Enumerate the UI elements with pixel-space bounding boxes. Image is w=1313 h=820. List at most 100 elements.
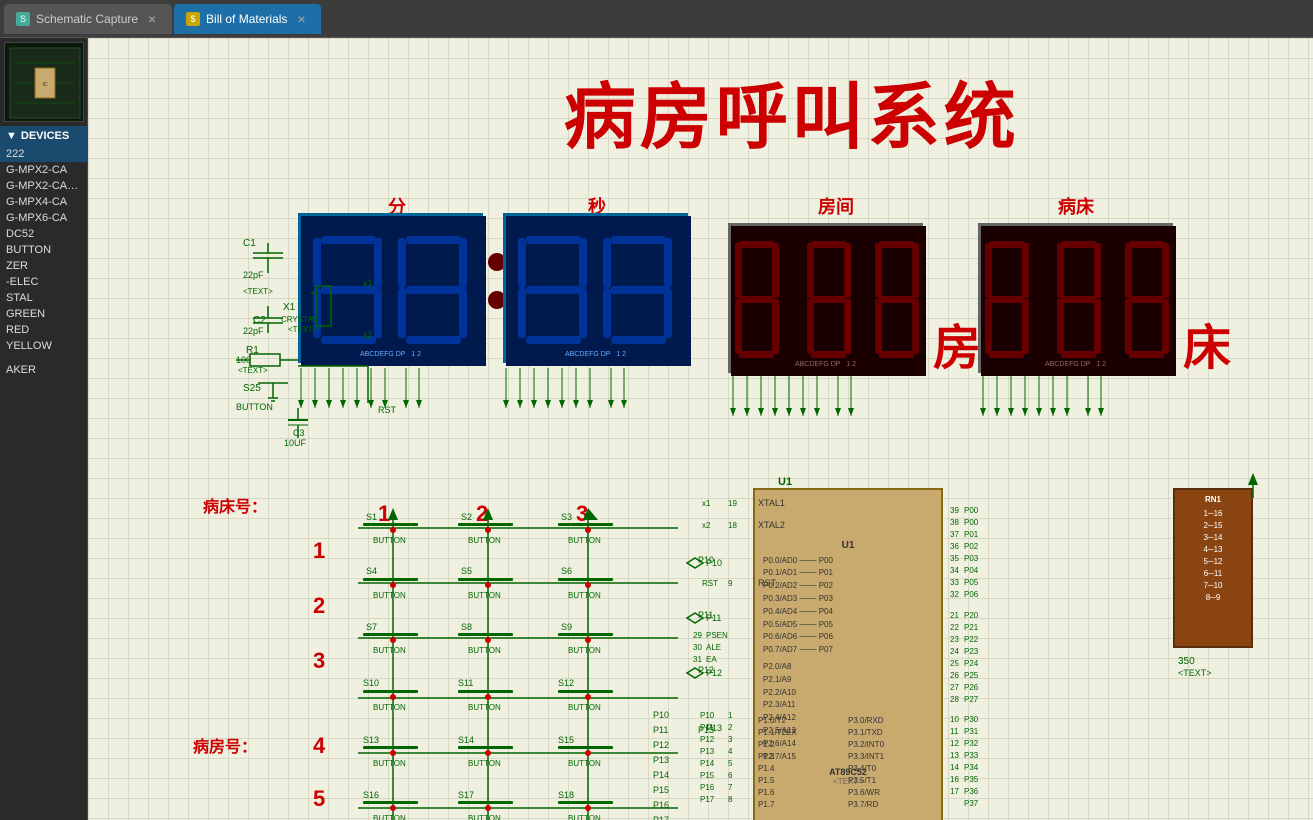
svg-text:BUTTON: BUTTON (468, 814, 501, 820)
sidebar-item-red[interactable]: RED (0, 322, 87, 338)
svg-text:P12: P12 (653, 740, 669, 750)
svg-text:BUTTON: BUTTON (373, 814, 406, 820)
svg-text:BUTTON: BUTTON (568, 814, 601, 820)
svg-text:P24: P24 (964, 659, 979, 668)
svg-text:P30: P30 (964, 715, 979, 724)
svg-text:12: 12 (950, 739, 959, 748)
svg-text:P37: P37 (964, 799, 979, 808)
svg-text:24: 24 (950, 647, 959, 656)
sidebar-item-stal[interactable]: STAL (0, 290, 87, 306)
svg-text:22: 22 (950, 623, 959, 632)
sidebar-item-mpx2ca[interactable]: G-MPX2-CA (0, 162, 87, 178)
tab-bar: S Schematic Capture × $ Bill of Material… (0, 0, 1313, 38)
svg-text:IC: IC (43, 82, 48, 88)
svg-text:P34: P34 (964, 763, 979, 772)
svg-text:P10: P10 (700, 711, 715, 720)
svg-text:P10: P10 (698, 555, 714, 565)
svg-text:2: 2 (728, 723, 733, 732)
schematic-thumbnail[interactable]: IC (4, 42, 84, 122)
row-1: 1 (313, 538, 325, 564)
sidebar-header-label: DEVICES (21, 130, 69, 142)
tab-schematic-close[interactable]: × (144, 11, 160, 27)
svg-text:P03: P03 (964, 554, 979, 563)
sidebar-item-green[interactable]: GREEN (0, 306, 87, 322)
svg-text:P12: P12 (698, 665, 714, 675)
svg-text:22pF: 22pF (243, 270, 264, 280)
svg-text:BUTTON: BUTTON (373, 646, 406, 655)
svg-text:3: 3 (728, 735, 733, 744)
sidebar-item-dc52[interactable]: DC52 (0, 226, 87, 242)
sidebar-item-zer[interactable]: ZER (0, 258, 87, 274)
svg-text:BUTTON: BUTTON (236, 402, 273, 412)
svg-text:RST: RST (378, 405, 397, 415)
svg-text:P00: P00 (964, 518, 979, 527)
c1-label: C1 (243, 238, 256, 249)
tab-schematic[interactable]: S Schematic Capture × (4, 4, 172, 34)
svg-text:S25: S25 (243, 383, 261, 394)
sidebar-item-mpx6ca[interactable]: G-MPX6-CA (0, 210, 87, 226)
svg-text:S14: S14 (458, 735, 474, 745)
sidebar-item-mpx2cabl[interactable]: G-MPX2-CA-BL (0, 178, 87, 194)
sidebar: IC ▼ DEVICES 222 G-MPX2-CA G-MPX2-CA-BL … (0, 38, 88, 820)
svg-text:S12: S12 (558, 678, 574, 688)
svg-text:P22: P22 (964, 635, 979, 644)
svg-text:BUTTON: BUTTON (373, 536, 406, 545)
svg-text:S4: S4 (366, 566, 377, 576)
svg-text:26: 26 (950, 671, 959, 680)
title-chinese: 病房呼叫系统 (564, 58, 1020, 163)
svg-text:11: 11 (950, 727, 959, 736)
rn1-chip: RN1 1─16 2─15 3─14 4─13 5─12 6─11 7─10 8… (1173, 488, 1253, 648)
display-bed: ABCDEFG DP 1 2 (978, 223, 1173, 373)
svg-text:P12: P12 (706, 668, 722, 678)
svg-text:S2: S2 (461, 512, 472, 522)
sidebar-item-aker[interactable]: AKER (0, 362, 87, 378)
svg-text:x2: x2 (702, 521, 711, 530)
svg-text:P10: P10 (653, 710, 669, 720)
svg-text:BUTTON: BUTTON (568, 591, 601, 600)
svg-text:P04: P04 (964, 566, 979, 575)
sidebar-item-button[interactable]: BUTTON (0, 242, 87, 258)
svg-text:P13: P13 (700, 747, 715, 756)
svg-text:P13: P13 (706, 723, 722, 733)
svg-text:16: 16 (950, 775, 959, 784)
display-sec: ABCDEFG DP 1 2 (503, 213, 688, 363)
svg-text:P16: P16 (700, 783, 715, 792)
svg-text:7: 7 (728, 783, 733, 792)
svg-text:8: 8 (728, 795, 733, 804)
svg-text:17: 17 (950, 787, 959, 796)
display-min: ABCDEFG DP 1 2 (298, 213, 483, 363)
svg-text:P15: P15 (700, 771, 715, 780)
col-2: 2 (476, 501, 488, 527)
sidebar-item-yellow[interactable]: YELLOW (0, 338, 87, 354)
svg-text:S7: S7 (366, 622, 377, 632)
sidebar-item-elec[interactable]: -ELEC (0, 274, 87, 290)
svg-text:P14: P14 (653, 770, 669, 780)
svg-text:P11: P11 (653, 725, 668, 735)
svg-text:33: 33 (950, 578, 959, 587)
svg-text:32: 32 (950, 590, 959, 599)
sidebar-header: ▼ DEVICES (0, 126, 87, 146)
svg-text:BUTTON: BUTTON (468, 591, 501, 600)
tab-bom-close[interactable]: × (293, 11, 309, 27)
svg-text:P05: P05 (964, 578, 979, 587)
svg-text:1: 1 (728, 711, 733, 720)
svg-text:5: 5 (728, 759, 733, 768)
svg-text:P13: P13 (653, 755, 669, 765)
svg-text:S6: S6 (561, 566, 572, 576)
svg-text:21: 21 (950, 611, 959, 620)
svg-text:P17: P17 (653, 815, 669, 820)
sidebar-item-222[interactable]: 222 (0, 146, 87, 162)
main-area: IC ▼ DEVICES 222 G-MPX2-CA G-MPX2-CA-BL … (0, 38, 1313, 820)
svg-text:P33: P33 (964, 751, 979, 760)
svg-text:S3: S3 (561, 512, 572, 522)
bed-char: 床 (1183, 308, 1231, 378)
svg-text:14: 14 (950, 763, 959, 772)
svg-text:P26: P26 (964, 683, 979, 692)
svg-text:PSEN: PSEN (706, 631, 728, 640)
canvas-area[interactable]: 病房呼叫系统 分 秒 房间 病床 (88, 38, 1313, 820)
svg-text:27: 27 (950, 683, 959, 692)
tab-bom[interactable]: $ Bill of Materials × (174, 4, 321, 34)
svg-text:EA: EA (706, 655, 717, 664)
svg-text:25: 25 (950, 659, 959, 668)
sidebar-item-mpx4ca[interactable]: G-MPX4-CA (0, 194, 87, 210)
